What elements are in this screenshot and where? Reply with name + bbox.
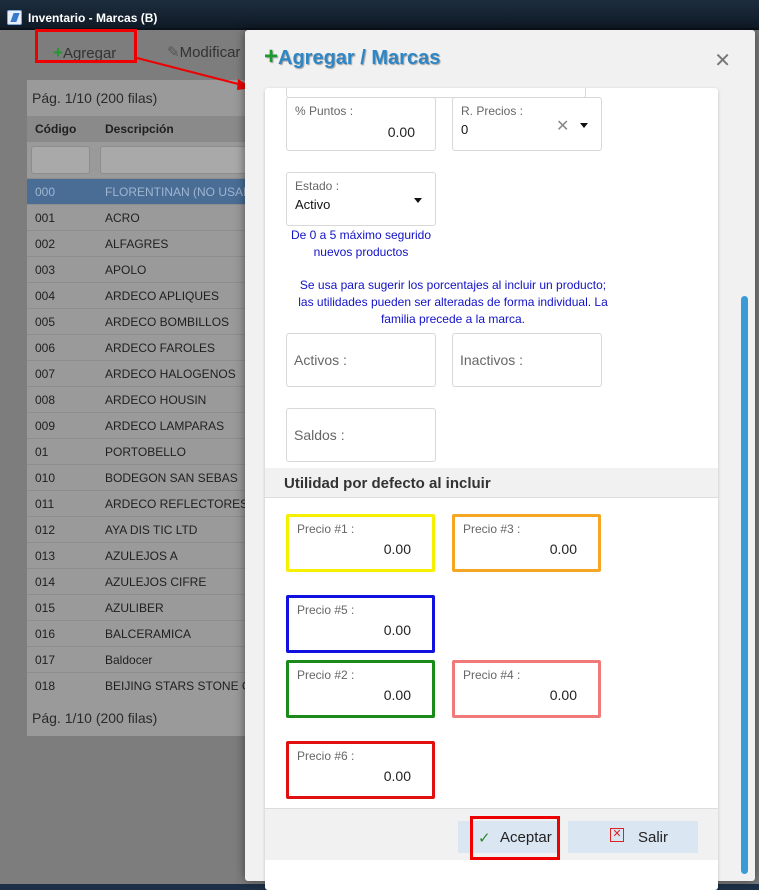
modal-title-text: Agregar / Marcas bbox=[278, 47, 441, 69]
puntos-note-line2: nuevos productos bbox=[313, 245, 409, 259]
chevron-down-icon[interactable] bbox=[580, 123, 588, 128]
price-label: Precio #3 : bbox=[463, 522, 521, 536]
modal-scrollbar[interactable] bbox=[741, 296, 748, 874]
activos-label: Activos : bbox=[294, 352, 347, 368]
estado-select[interactable]: Estado : Activo bbox=[286, 172, 436, 226]
activos-field[interactable]: Activos : bbox=[286, 333, 436, 387]
utility-note: Se usa para sugerir los porcentajes al i… bbox=[298, 278, 608, 326]
modal-title: +Agregar / Marcas bbox=[264, 43, 440, 71]
r-precios-select[interactable]: R. Precios : 0 ✕ bbox=[452, 97, 602, 151]
puntos-note-line1: De 0 a 5 máximo segurido bbox=[290, 228, 432, 242]
price-3-field[interactable]: Precio #3 : 0.00 bbox=[452, 514, 601, 572]
estado-value: Activo bbox=[295, 197, 331, 212]
price-value: 0.00 bbox=[383, 622, 411, 638]
section-title: Utilidad por defecto al incluir bbox=[284, 475, 491, 492]
puntos-note: De 0 a 5 máximo segurido nuevos producto… bbox=[286, 227, 436, 261]
price-value: 0.00 bbox=[383, 768, 411, 784]
inactivos-label: Inactivos : bbox=[460, 352, 524, 368]
add-brand-modal: +Agregar / Marcas ✕ % Puntos : 0.00 R. P… bbox=[245, 30, 755, 890]
estado-label: Estado : bbox=[295, 179, 340, 193]
price-label: Precio #2 : bbox=[297, 668, 355, 682]
price-6-field[interactable]: Precio #6 : 0.00 bbox=[286, 741, 435, 799]
price-label: Precio #1 : bbox=[297, 522, 355, 536]
clear-icon[interactable]: ✕ bbox=[556, 116, 569, 136]
close-box-icon: ✕ bbox=[610, 828, 624, 842]
price-2-field[interactable]: Precio #2 : 0.00 bbox=[286, 660, 435, 718]
price-value: 0.00 bbox=[549, 541, 577, 557]
price-label: Precio #5 : bbox=[297, 603, 355, 617]
puntos-field[interactable]: % Puntos : 0.00 bbox=[286, 97, 436, 151]
price-4-field[interactable]: Precio #4 : 0.00 bbox=[452, 660, 601, 718]
saldos-field[interactable]: Saldos : bbox=[286, 408, 436, 462]
chevron-down-icon[interactable] bbox=[414, 198, 422, 203]
section-header: Utilidad por defecto al incluir bbox=[265, 468, 718, 498]
highlight-accept-button bbox=[470, 816, 560, 860]
exit-button[interactable]: ✕ Salir bbox=[568, 821, 698, 853]
price-1-field[interactable]: Precio #1 : 0.00 bbox=[286, 514, 435, 572]
price-label: Precio #6 : bbox=[297, 749, 355, 763]
price-value: 0.00 bbox=[383, 541, 411, 557]
puntos-label: % Puntos : bbox=[295, 104, 354, 118]
price-value: 0.00 bbox=[549, 687, 577, 703]
r-precios-label: R. Precios : bbox=[461, 104, 524, 118]
saldos-label: Saldos : bbox=[294, 427, 345, 443]
app-window: Inventario - Marcas (B) +Agregar ✎Modifi… bbox=[0, 0, 759, 890]
inactivos-field[interactable]: Inactivos : bbox=[452, 333, 602, 387]
price-value: 0.00 bbox=[383, 687, 411, 703]
exit-button-label: Salir bbox=[638, 829, 669, 846]
modal-body: % Puntos : 0.00 R. Precios : 0 ✕ Estado … bbox=[265, 88, 718, 890]
close-icon[interactable]: ✕ bbox=[714, 48, 731, 73]
puntos-value: 0.00 bbox=[387, 124, 415, 140]
price-label: Precio #4 : bbox=[463, 668, 521, 682]
r-precios-value: 0 bbox=[461, 122, 469, 137]
plus-icon: + bbox=[264, 43, 279, 70]
price-5-field[interactable]: Precio #5 : 0.00 bbox=[286, 595, 435, 653]
